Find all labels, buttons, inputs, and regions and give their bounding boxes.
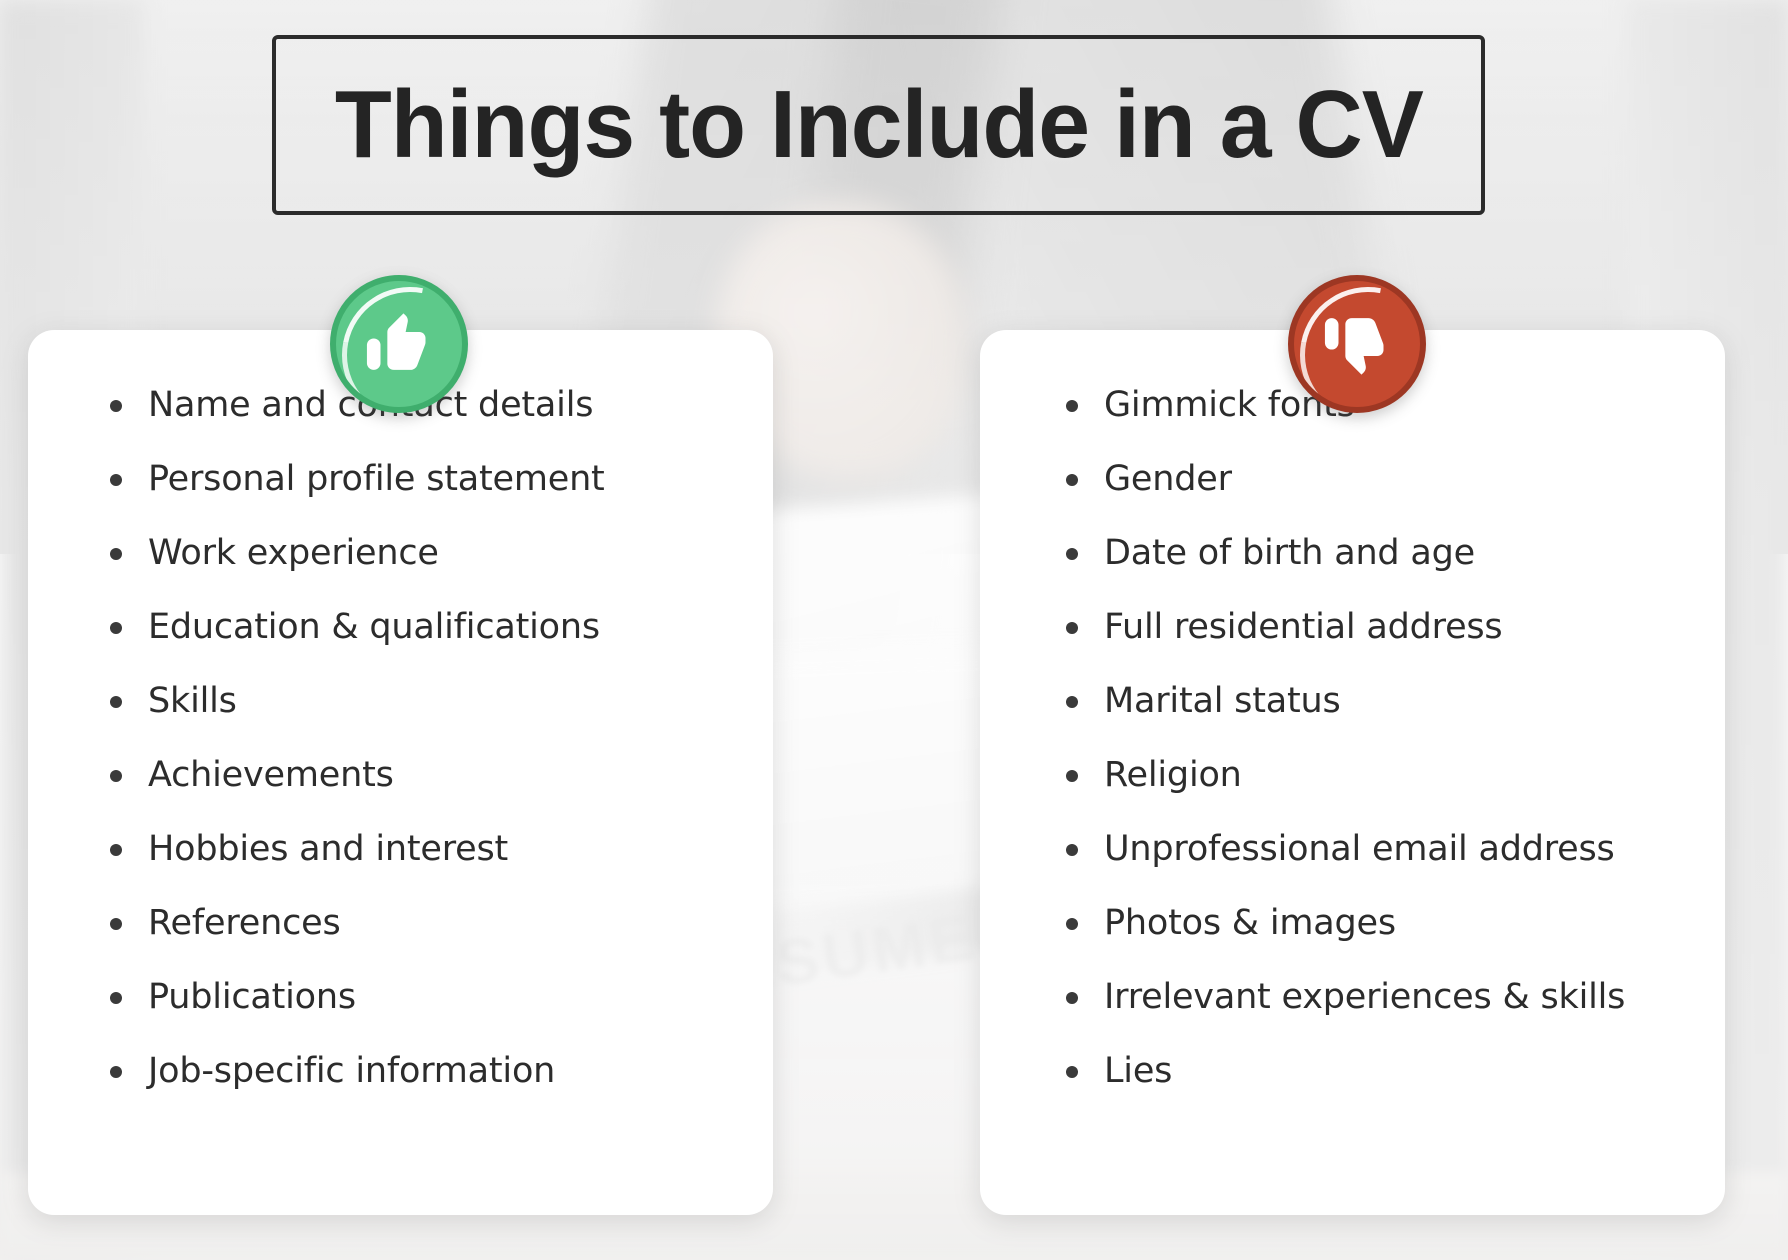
bullet-icon <box>110 474 122 486</box>
list-item: Achievements <box>106 758 745 793</box>
list-item-label: Publications <box>148 977 356 1017</box>
avoid-badge <box>1288 275 1426 413</box>
bullet-icon <box>110 918 122 930</box>
list-item-label: Skills <box>148 681 237 721</box>
list-item: Lies <box>1062 1054 1699 1089</box>
bullet-icon <box>110 548 122 560</box>
bullet-icon <box>1066 474 1078 486</box>
list-item: Date of birth and age <box>1062 536 1699 571</box>
include-list: Name and contact details Personal profil… <box>28 388 773 1128</box>
list-item: Publications <box>106 980 745 1015</box>
list-item-label: Achievements <box>148 755 394 795</box>
list-item: Unprofessional email address <box>1062 832 1699 867</box>
bullet-icon <box>1066 918 1078 930</box>
list-item: Skills <box>106 684 745 719</box>
list-item: References <box>106 906 745 941</box>
list-item-label: Religion <box>1104 755 1242 795</box>
list-item: Religion <box>1062 758 1699 793</box>
list-item-label: Irrelevant experiences & skills <box>1104 977 1626 1017</box>
list-item: Gender <box>1062 462 1699 497</box>
list-item-label: Marital status <box>1104 681 1341 721</box>
bullet-icon <box>1066 844 1078 856</box>
list-item: Work experience <box>106 536 745 571</box>
list-item: Photos & images <box>1062 906 1699 941</box>
bullet-icon <box>110 400 122 412</box>
avoid-card: Gimmick fonts Gender Date of birth and a… <box>980 330 1725 1215</box>
bullet-icon <box>110 844 122 856</box>
bullet-icon <box>1066 400 1078 412</box>
avoid-list: Gimmick fonts Gender Date of birth and a… <box>980 388 1725 1128</box>
page-title-box: Things to Include in a CV <box>272 35 1485 215</box>
thumbs-up-icon <box>366 313 426 370</box>
list-item-label: Education & qualifications <box>148 607 600 647</box>
list-item: Education & qualifications <box>106 610 745 645</box>
list-item: Full residential address <box>1062 610 1699 645</box>
list-item-label: Photos & images <box>1104 903 1396 943</box>
bullet-icon <box>1066 696 1078 708</box>
list-item-label: Date of birth and age <box>1104 533 1475 573</box>
list-item-label: Gender <box>1104 459 1232 499</box>
list-item: Hobbies and interest <box>106 832 745 867</box>
thumbs-down-icon <box>1324 318 1384 375</box>
bullet-icon <box>1066 992 1078 1004</box>
list-item-label: Unprofessional email address <box>1104 829 1615 869</box>
bullet-icon <box>110 992 122 1004</box>
list-item: Personal profile statement <box>106 462 745 497</box>
page-title: Things to Include in a CV <box>334 71 1423 178</box>
list-item-label: Work experience <box>148 533 439 573</box>
list-item-label: Personal profile statement <box>148 459 605 499</box>
list-item: Job-specific information <box>106 1054 745 1089</box>
bullet-icon <box>110 770 122 782</box>
bullet-icon <box>1066 1066 1078 1078</box>
list-item: Marital status <box>1062 684 1699 719</box>
bullet-icon <box>1066 770 1078 782</box>
list-item-label: Job-specific information <box>148 1051 556 1091</box>
list-item-label: References <box>148 903 341 943</box>
bullet-icon <box>1066 622 1078 634</box>
bullet-icon <box>110 696 122 708</box>
list-item-label: Full residential address <box>1104 607 1503 647</box>
include-card: Name and contact details Personal profil… <box>28 330 773 1215</box>
bullet-icon <box>1066 548 1078 560</box>
bullet-icon <box>110 1066 122 1078</box>
list-item: Irrelevant experiences & skills <box>1062 980 1699 1015</box>
include-badge <box>330 275 468 413</box>
list-item-label: Hobbies and interest <box>148 829 509 869</box>
list-item-label: Lies <box>1104 1051 1173 1091</box>
bullet-icon <box>110 622 122 634</box>
